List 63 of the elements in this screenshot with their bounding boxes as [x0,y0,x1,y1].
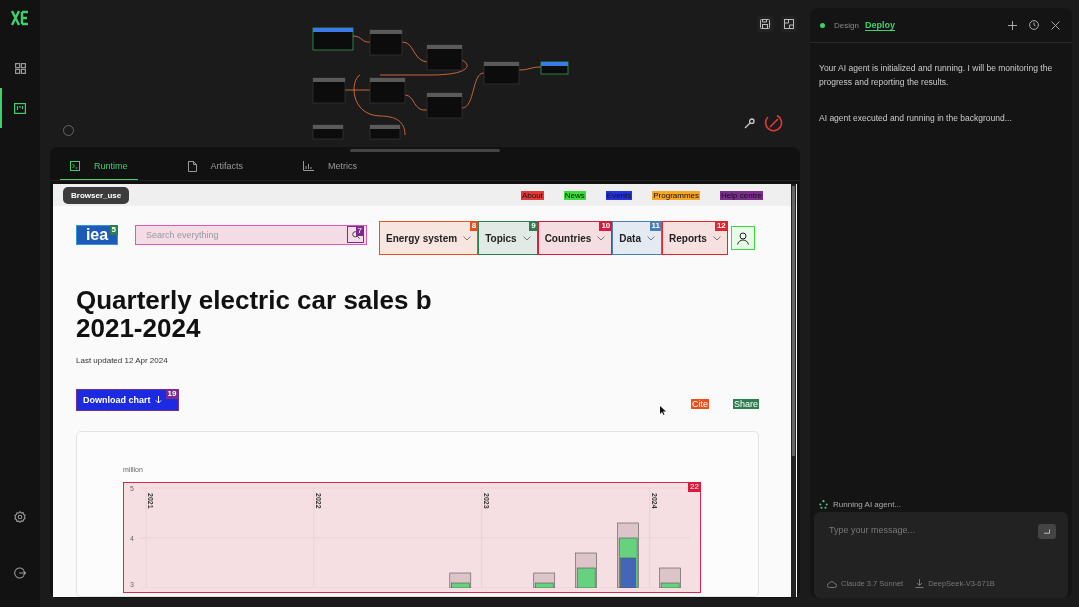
panel-tab[interactable]: Metrics [293,152,368,180]
logo-icon[interactable] [11,10,29,26]
mode-tab[interactable]: Deploy [864,19,895,31]
element-badge: 5 [109,224,118,235]
element-badge: 22 [688,482,701,492]
enter-icon [1044,529,1050,534]
toolbar-button[interactable] [757,16,773,32]
chat-message: AI agent executed and running in the background... [819,112,1013,125]
chevron-down-icon [597,235,606,241]
account-button[interactable] [730,226,755,250]
download-icon [154,396,162,404]
settings-icon [14,511,26,523]
element-badge: 7 [355,226,364,236]
grid-icon [14,62,26,74]
wrench-icon [744,117,755,129]
chevron-down-icon [647,235,655,241]
plus-icon[interactable] [1008,20,1017,30]
chevron-down-icon [522,235,531,241]
nav-menu-button[interactable]: Countries 10 [537,221,613,255]
status-text: Running AI agent... [833,500,902,509]
search-field[interactable]: Search everything 7 [135,224,367,245]
updated-date: Last updated 12 Apr 2024 [76,356,169,365]
chevron-down-icon [463,235,472,241]
stop-icon [763,112,785,134]
save-icon [760,19,770,29]
action-link[interactable]: Cite [690,399,709,409]
panel-tab[interactable]: Runtime [60,152,138,180]
cursor-icon [660,406,666,415]
user-icon [735,231,750,245]
terminal-icon [70,160,80,171]
bar-chart-icon [303,161,315,171]
search-button[interactable]: 7 [347,226,364,243]
top-link[interactable]: News [563,190,586,200]
nav-menu-button[interactable]: Reports 12 [662,221,728,255]
nav-menu-button[interactable]: Data 11 [612,221,662,255]
site-logo[interactable]: iea 5 [76,224,118,245]
chat-message: Your AI agent is initialized and running. I will be monitoring the progress and reporting the results. [819,62,1054,89]
file-icon [187,160,197,172]
scrollbar[interactable] [791,184,796,597]
chevron-down-icon [712,235,721,241]
cloud-icon [827,579,837,588]
page-heading: Quarterly electric car sales b 2021-2024 [76,286,433,342]
nav-menu-button[interactable]: Topics 9 [478,221,538,255]
tool-button[interactable] [744,117,755,129]
layout-icon [784,19,794,29]
top-link[interactable]: Programmes [652,190,701,200]
history-icon[interactable] [1029,20,1039,30]
toolbar-button[interactable] [781,16,797,32]
action-link[interactable]: Share [732,399,759,409]
mode-tab[interactable]: Design [834,20,859,30]
top-link[interactable]: About [520,190,544,200]
download-icon [915,579,925,588]
panel-tab[interactable]: Artifacts [177,152,254,180]
nav-menu-button[interactable]: Energy system 8 [379,221,479,255]
browser-label: Browser_use [63,186,130,204]
close-icon[interactable] [1051,20,1060,30]
board-icon [14,102,26,114]
send-button[interactable] [1038,524,1056,539]
drag-handle[interactable] [350,149,500,152]
download-chart-button[interactable]: Download chart 19 [76,389,179,411]
logout-icon [14,567,26,579]
status-dot [820,22,825,28]
spinner-icon [819,500,828,509]
